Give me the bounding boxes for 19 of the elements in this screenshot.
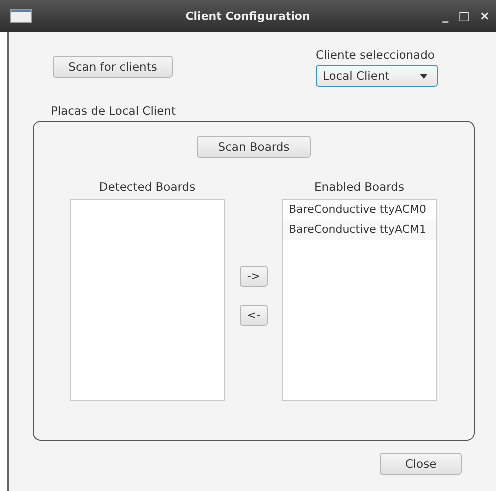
- client-dropdown[interactable]: Local Client: [316, 65, 438, 87]
- dropdown-arrow-icon: [420, 74, 428, 78]
- client-label: Cliente seleccionado: [316, 48, 436, 62]
- detected-boards-label: Detected Boards: [99, 180, 196, 194]
- window-title: Client Configuration: [186, 10, 310, 22]
- enabled-boards-label: Enabled Boards: [314, 180, 404, 194]
- move-right-button[interactable]: ->: [240, 266, 268, 287]
- maximize-button[interactable]: □: [458, 9, 470, 23]
- detected-boards-list[interactable]: [70, 199, 225, 401]
- minimize-button[interactable]: _: [442, 9, 449, 23]
- scan-clients-button[interactable]: Scan for clients: [53, 56, 173, 78]
- list-item[interactable]: BareConductive ttyACM1: [283, 220, 436, 240]
- move-left-button[interactable]: <-: [240, 305, 268, 326]
- group-title: Placas de Local Client: [51, 104, 176, 118]
- window-icon: [10, 9, 32, 23]
- enabled-boards-list[interactable]: BareConductive ttyACM0 BareConductive ttyACM1: [282, 199, 437, 401]
- close-button[interactable]: Close: [380, 453, 462, 475]
- close-button[interactable]: ×: [480, 9, 490, 23]
- scan-boards-button[interactable]: Scan Boards: [197, 136, 311, 158]
